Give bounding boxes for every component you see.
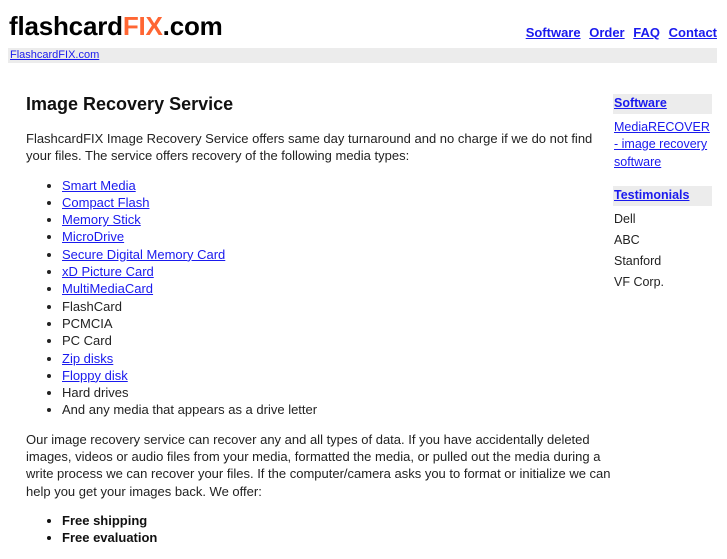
media-type-item: Floppy disk — [62, 367, 611, 384]
logo-text-fix: FIX — [122, 11, 163, 41]
sidebar-heading-testimonials: Testimonials — [613, 186, 712, 206]
sidebar: Software MediaRECOVER - image recovery s… — [613, 94, 713, 306]
media-type-item: MultiMediaCard — [62, 280, 611, 297]
nav-link-faq[interactable]: FAQ — [633, 25, 660, 40]
media-type-label: PCMCIA — [62, 315, 113, 331]
nav-link-order[interactable]: Order — [589, 25, 624, 40]
media-type-link[interactable]: MultiMediaCard — [62, 281, 153, 296]
sidebar-mediarecover-link[interactable]: MediaRECOVER - image recovery software — [614, 120, 710, 169]
sidebar-testimonials-section: Testimonials Dell ABC Stanford VF Corp. — [613, 186, 713, 291]
site-logo[interactable]: flashcardFIX.com — [9, 10, 223, 42]
media-type-item: Smart Media — [62, 177, 611, 194]
sidebar-testimonials-heading-link[interactable]: Testimonials — [614, 188, 689, 202]
breadcrumb: FlashcardFIX.com — [8, 48, 717, 63]
media-type-link[interactable]: Compact Flash — [62, 195, 149, 210]
sidebar-software-heading-link[interactable]: Software — [614, 96, 667, 110]
media-type-label: And any media that appears as a drive le… — [62, 402, 318, 418]
media-type-link[interactable]: xD Picture Card — [62, 264, 154, 279]
media-type-item: MicroDrive — [62, 228, 611, 245]
media-type-item: Compact Flash — [62, 194, 611, 211]
page-title: Image Recovery Service — [26, 94, 234, 114]
media-type-item: FlashCard — [62, 298, 611, 315]
main-content: Image Recovery Service FlashcardFIX Imag… — [26, 92, 611, 559]
testimonial-item: ABC — [614, 232, 640, 247]
media-type-item: Hard drives — [62, 384, 611, 401]
breadcrumb-home-link[interactable]: FlashcardFIX.com — [10, 49, 99, 61]
nav-link-contact[interactable]: Contact — [669, 25, 717, 40]
sidebar-item-mediarecover: MediaRECOVER - image recovery software — [613, 119, 713, 172]
testimonial-item: VF Corp. — [614, 274, 665, 289]
media-type-link[interactable]: MicroDrive — [62, 229, 124, 244]
testimonial-item: Stanford — [614, 253, 662, 268]
offer-item: Free evaluation — [62, 529, 611, 546]
logo-text-flashcard: flashcard — [9, 11, 123, 41]
testimonial-item: Dell — [614, 211, 636, 226]
offers-list: Free shipping Free evaluation — [26, 512, 611, 547]
media-type-link[interactable]: Zip disks — [62, 351, 113, 366]
media-type-item: And any media that appears as a drive le… — [62, 401, 611, 418]
offer-item: Free shipping — [62, 512, 611, 529]
media-type-link[interactable]: Secure Digital Memory Card — [62, 247, 225, 262]
media-type-item: PCMCIA — [62, 315, 611, 332]
media-type-item: xD Picture Card — [62, 263, 611, 280]
media-type-item: Zip disks — [62, 350, 611, 367]
media-type-item: Memory Stick — [62, 211, 611, 228]
sidebar-software-section: Software MediaRECOVER - image recovery s… — [613, 94, 713, 171]
media-type-link[interactable]: Memory Stick — [62, 212, 141, 227]
description-paragraph: Our image recovery service can recover a… — [26, 431, 611, 499]
media-type-link[interactable]: Smart Media — [62, 178, 136, 193]
media-type-link[interactable]: Floppy disk — [62, 368, 128, 383]
logo-text-com: .com — [162, 11, 223, 41]
media-type-label: Hard drives — [62, 385, 129, 401]
intro-paragraph: FlashcardFIX Image Recovery Service offe… — [26, 131, 593, 164]
media-type-label: PC Card — [62, 333, 112, 349]
media-type-label: FlashCard — [62, 298, 122, 314]
media-types-list: Smart Media Compact Flash Memory Stick Micr… — [26, 177, 611, 419]
sidebar-heading-software: Software — [613, 94, 712, 114]
media-type-item: PC Card — [62, 332, 611, 349]
media-type-item: Secure Digital Memory Card — [62, 246, 611, 263]
top-navigation: Software Order FAQ Contact — [521, 25, 717, 40]
nav-link-software[interactable]: Software — [526, 25, 581, 40]
